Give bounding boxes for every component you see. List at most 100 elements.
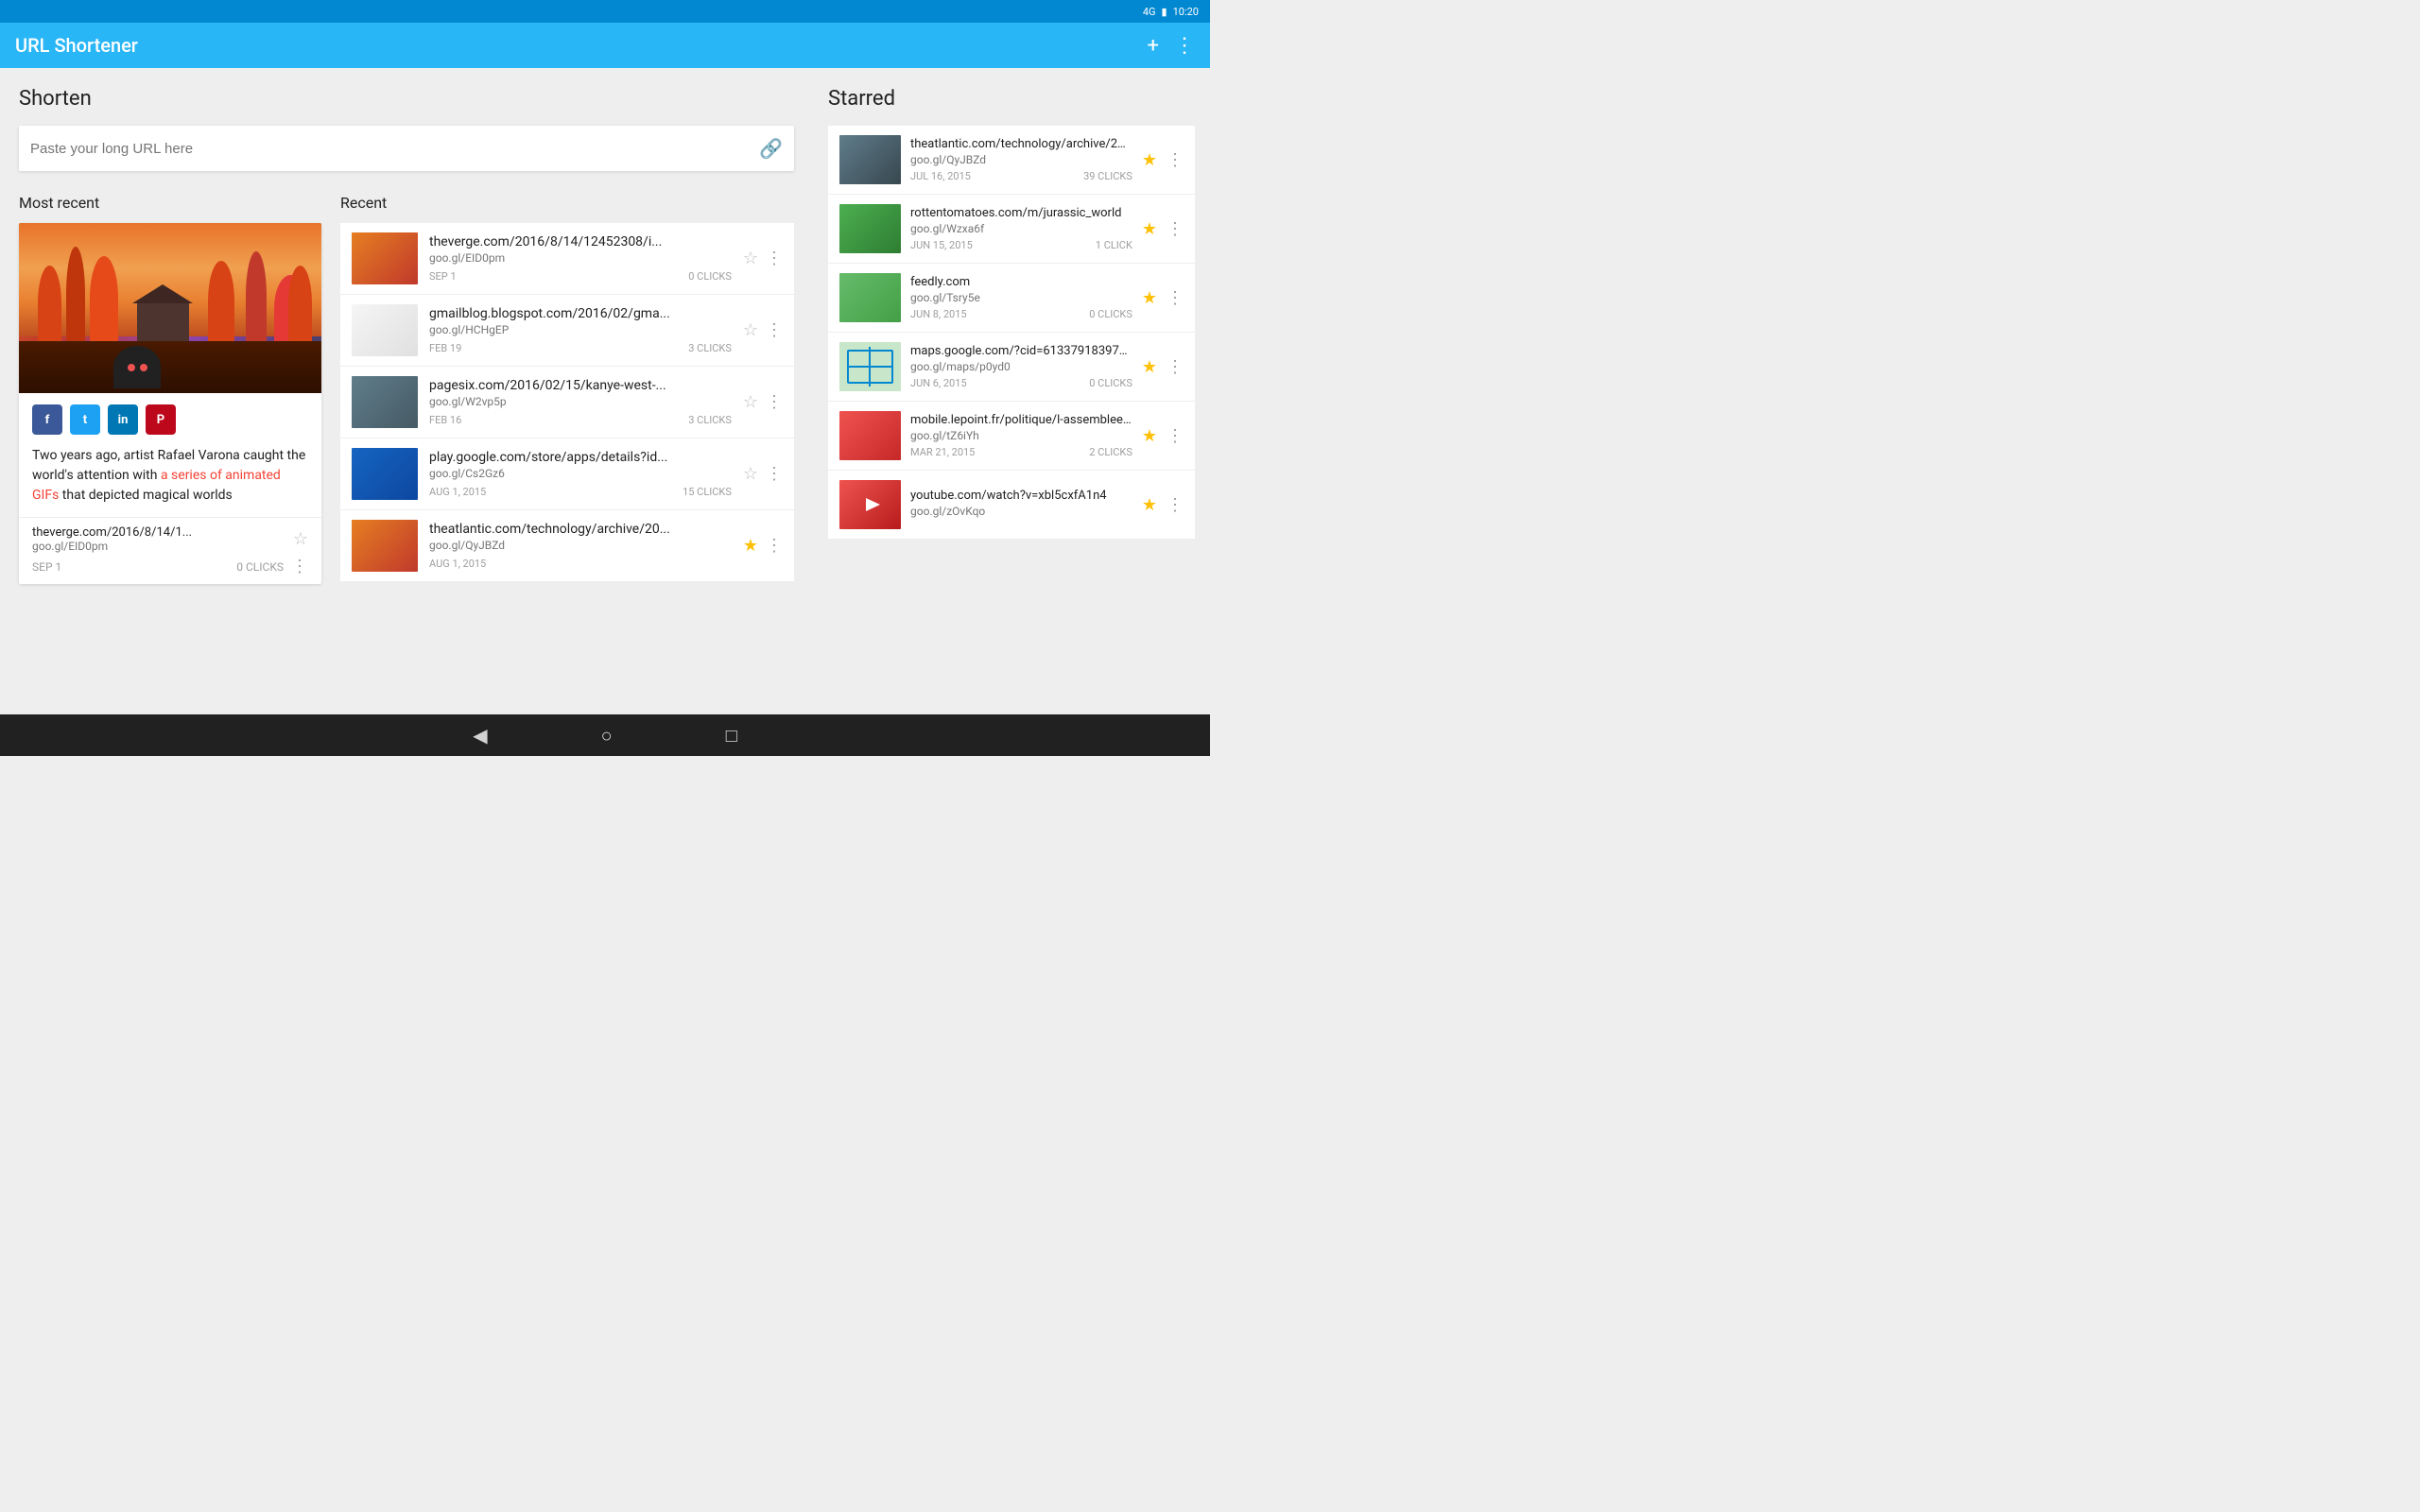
list-item[interactable]: rottentomatoes.com/m/jurassic_world goo.… <box>828 195 1195 264</box>
starred-thumb <box>839 273 901 322</box>
most-recent-card[interactable]: f t in P Two years ago, artist Rafael Va… <box>19 223 321 584</box>
more-button[interactable]: ⋮ <box>1167 219 1184 239</box>
recent-item-clicks: 3 CLICKS <box>688 342 732 354</box>
add-button[interactable]: + <box>1148 34 1159 58</box>
recent-item-info: gmailblog.blogspot.com/2016/02/gma... go… <box>429 306 732 354</box>
starred-item-clicks: 2 CLICKS <box>1089 446 1132 458</box>
starred-item-url: feedly.com <box>910 275 1132 289</box>
starred-item-clicks: 0 CLICKS <box>1089 377 1132 389</box>
card-meta: SEP 1 0 CLICKS ⋮ <box>32 557 308 576</box>
star-button[interactable]: ★ <box>743 536 758 556</box>
starred-list: theatlantic.com/technology/archive/20...… <box>828 126 1195 540</box>
linkedin-share-button[interactable]: in <box>108 404 138 435</box>
app-title: URL Shortener <box>15 34 138 57</box>
more-button[interactable]: ⋮ <box>1167 426 1184 446</box>
pinterest-share-button[interactable]: P <box>146 404 176 435</box>
list-item[interactable]: pagesix.com/2016/02/15/kanye-west-... go… <box>340 367 794 438</box>
star-button[interactable]: ★ <box>1142 288 1157 308</box>
starred-item-clicks: 1 CLICK <box>1096 239 1132 251</box>
recent-thumb <box>352 232 418 284</box>
starred-item-short: goo.gl/Wzxa6f <box>910 222 1132 235</box>
recent-item-url: gmailblog.blogspot.com/2016/02/gma... <box>429 306 732 321</box>
home-button[interactable]: ○ <box>601 724 613 747</box>
list-item[interactable]: feedly.com goo.gl/Tsry5e JUN 8, 2015 0 C… <box>828 264 1195 333</box>
star-button[interactable]: ★ <box>1142 495 1157 515</box>
star-button[interactable]: ★ <box>1142 357 1157 377</box>
recent-item-clicks: 3 CLICKS <box>688 414 732 426</box>
recent-thumb <box>352 304 418 356</box>
app-bar-actions: + ⋮ <box>1148 34 1195 58</box>
star-button[interactable]: ☆ <box>743 320 758 340</box>
recent-item-date: AUG 1, 2015 <box>429 558 486 570</box>
recent-item-actions: ☆ ⋮ <box>743 392 783 412</box>
star-button[interactable]: ★ <box>1142 426 1157 446</box>
left-panel: Shorten 🔗 Most recent <box>0 68 813 714</box>
twitter-share-button[interactable]: t <box>70 404 100 435</box>
starred-item-date: MAR 21, 2015 <box>910 446 975 458</box>
starred-item-short: goo.gl/maps/p0yd0 <box>910 360 1132 373</box>
recent-item-meta: FEB 19 3 CLICKS <box>429 342 732 354</box>
more-options-button[interactable]: ⋮ <box>291 557 308 576</box>
most-recent-column: Most recent <box>19 194 321 714</box>
starred-item-info: theatlantic.com/technology/archive/20...… <box>910 137 1132 182</box>
more-button[interactable]: ⋮ <box>1167 357 1184 377</box>
star-button[interactable]: ★ <box>1142 150 1157 170</box>
more-button[interactable]: ⋮ <box>766 464 783 484</box>
more-menu-button[interactable]: ⋮ <box>1174 34 1195 58</box>
url-input[interactable] <box>30 141 759 157</box>
recent-item-actions: ☆ ⋮ <box>743 320 783 340</box>
battery-indicator: ▮ <box>1162 6 1167 18</box>
recent-item-info: theverge.com/2016/8/14/12452308/i... goo… <box>429 234 732 283</box>
starred-thumb <box>839 135 901 184</box>
starred-thumb <box>839 204 901 253</box>
list-item[interactable]: mobile.lepoint.fr/politique/l-assemblee-… <box>828 402 1195 471</box>
more-button[interactable]: ⋮ <box>1167 150 1184 170</box>
recent-title: Recent <box>340 194 794 212</box>
list-item[interactable]: play.google.com/store/apps/details?id...… <box>340 438 794 510</box>
more-button[interactable]: ⋮ <box>1167 495 1184 515</box>
star-button[interactable]: ☆ <box>743 392 758 412</box>
starred-thumb <box>839 411 901 460</box>
list-item[interactable]: maps.google.com/?cid=613379183973... goo… <box>828 333 1195 402</box>
description-text2: that depicted magical worlds <box>59 488 232 503</box>
recent-item-short: goo.gl/Cs2Gz6 <box>429 467 732 480</box>
starred-thumb <box>839 342 901 391</box>
starred-item-meta: JUN 8, 2015 0 CLICKS <box>910 308 1132 320</box>
more-button[interactable]: ⋮ <box>766 249 783 268</box>
starred-item-meta: JUL 16, 2015 39 CLICKS <box>910 170 1132 182</box>
recent-item-actions: ☆ ⋮ <box>743 464 783 484</box>
recent-item-short: goo.gl/QyJBZd <box>429 539 732 552</box>
back-button[interactable]: ◀ <box>473 724 487 747</box>
list-item[interactable]: youtube.com/watch?v=xbl5cxfA1n4 goo.gl/z… <box>828 471 1195 540</box>
more-button[interactable]: ⋮ <box>1167 288 1184 308</box>
list-item[interactable]: theatlantic.com/technology/archive/20...… <box>828 126 1195 195</box>
recent-item-meta: FEB 16 3 CLICKS <box>429 414 732 426</box>
list-item[interactable]: theverge.com/2016/8/14/12452308/i... goo… <box>340 223 794 295</box>
starred-item-info: maps.google.com/?cid=613379183973... goo… <box>910 344 1132 389</box>
starred-item-date: JUN 6, 2015 <box>910 377 967 389</box>
more-button[interactable]: ⋮ <box>766 392 783 412</box>
facebook-share-button[interactable]: f <box>32 404 62 435</box>
url-input-container[interactable]: 🔗 <box>19 126 794 171</box>
most-recent-image <box>19 223 321 393</box>
card-url-row: theverge.com/2016/8/14/1... goo.gl/EID0p… <box>32 525 308 553</box>
list-item[interactable]: theatlantic.com/technology/archive/20...… <box>340 510 794 582</box>
starred-item-short: goo.gl/QyJBZd <box>910 153 1132 166</box>
star-button[interactable]: ★ <box>1142 219 1157 239</box>
star-button[interactable]: ☆ <box>743 249 758 268</box>
star-icon[interactable]: ☆ <box>293 529 308 549</box>
starred-item-info: youtube.com/watch?v=xbl5cxfA1n4 goo.gl/z… <box>910 489 1132 522</box>
starred-item-clicks: 39 CLICKS <box>1083 170 1132 182</box>
recent-item-clicks: 0 CLICKS <box>688 270 732 283</box>
status-bar: 4G ▮ 10:20 <box>0 0 1210 23</box>
recent-columns: Most recent <box>19 194 794 714</box>
recent-item-info: theatlantic.com/technology/archive/20...… <box>429 522 732 570</box>
recents-button[interactable]: □ <box>726 724 737 747</box>
star-button[interactable]: ☆ <box>743 464 758 484</box>
recent-item-url: play.google.com/store/apps/details?id... <box>429 450 732 465</box>
more-button[interactable]: ⋮ <box>766 320 783 340</box>
main-content: Shorten 🔗 Most recent <box>0 68 1210 714</box>
list-item[interactable]: gmailblog.blogspot.com/2016/02/gma... go… <box>340 295 794 367</box>
more-button[interactable]: ⋮ <box>766 536 783 556</box>
starred-title: Starred <box>828 87 1195 111</box>
